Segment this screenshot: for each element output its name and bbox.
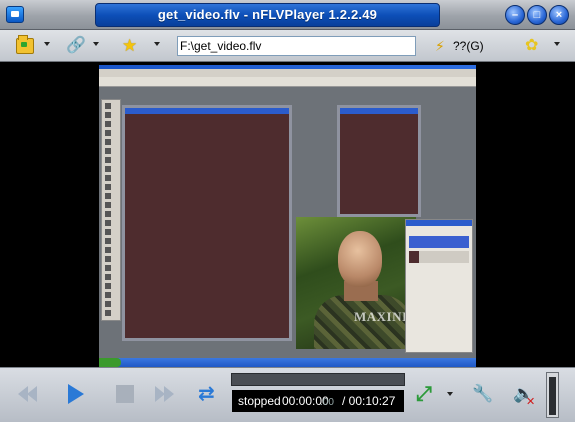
chevron-down-icon[interactable] xyxy=(554,42,560,46)
repeat-icon[interactable]: ⇄ xyxy=(198,383,222,405)
volume-slider[interactable] xyxy=(546,372,559,418)
total-time: / 00:10:27 xyxy=(342,394,396,408)
portrait-photo: MAXINISM xyxy=(296,217,416,349)
url-input[interactable] xyxy=(177,36,416,56)
toolbox-panel xyxy=(101,99,121,321)
document-canvas xyxy=(122,105,292,341)
layers-panel xyxy=(405,219,473,353)
close-button[interactable]: × xyxy=(549,5,569,25)
playback-status: stopped xyxy=(238,394,281,408)
video-frame: MAXINISM xyxy=(99,65,476,367)
chevron-down-icon[interactable] xyxy=(93,42,99,46)
favorites-star-icon[interactable]: ★ xyxy=(122,37,140,54)
maximize-icon: □ xyxy=(533,9,541,21)
volume-level xyxy=(549,377,556,415)
lightning-icon[interactable]: ⚡ xyxy=(435,38,453,54)
minimize-button[interactable]: – xyxy=(505,5,525,25)
chevron-down-icon[interactable] xyxy=(44,42,50,46)
link-icon[interactable]: 🔗 xyxy=(66,38,86,54)
video-area[interactable]: MAXINISM xyxy=(0,63,575,367)
taskbar xyxy=(99,358,476,367)
wrench-icon[interactable]: 🔧 xyxy=(472,383,496,405)
window-title: get_video.flv - nFLVPlayer 1.2.2.49 xyxy=(95,3,440,27)
chevron-down-icon[interactable] xyxy=(154,42,160,46)
seek-bar[interactable] xyxy=(231,373,405,386)
mute-x-icon: ✕ xyxy=(526,396,536,408)
close-icon: × xyxy=(555,9,563,21)
chevron-down-icon[interactable] xyxy=(447,392,453,396)
stop-icon[interactable] xyxy=(112,383,136,405)
minimize-icon: – xyxy=(511,9,519,21)
toolbar: 🔗 ★ ⚡ ??(G) ✿ xyxy=(0,30,575,62)
folder-open-icon[interactable] xyxy=(16,35,34,54)
help-menu[interactable]: ??(G) xyxy=(453,39,484,53)
play-icon[interactable] xyxy=(64,383,88,405)
current-time-ms: .00 xyxy=(320,397,334,408)
document-canvas xyxy=(337,105,421,217)
next-icon[interactable] xyxy=(153,383,177,405)
title-bar[interactable]: get_video.flv - nFLVPlayer 1.2.2.49 – □ … xyxy=(0,0,575,30)
app-icon[interactable] xyxy=(6,6,24,23)
time-display: stopped 00:00:00 .00 / 00:10:27 xyxy=(232,390,404,412)
previous-icon[interactable] xyxy=(16,383,40,405)
skin-flower-icon[interactable]: ✿ xyxy=(525,38,543,54)
control-bar: ⇄ stopped 00:00:00 .00 / 00:10:27 ⤢ 🔧 🔈 … xyxy=(0,367,575,422)
maximize-button[interactable]: □ xyxy=(527,5,547,25)
fullscreen-icon[interactable]: ⤢ xyxy=(416,383,440,405)
